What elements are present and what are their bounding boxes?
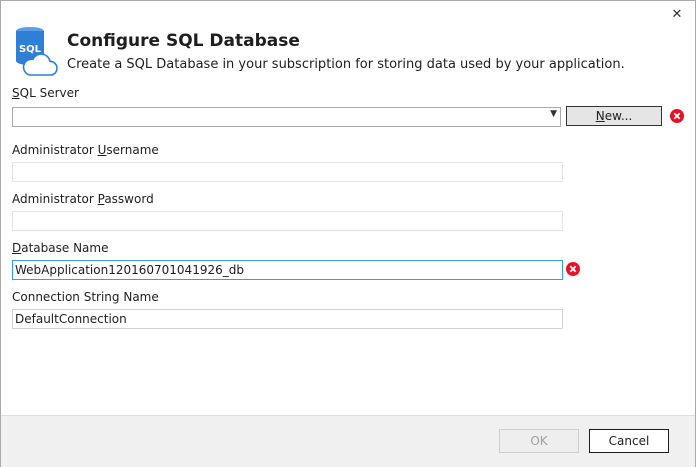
admin-username-input[interactable]	[12, 162, 563, 182]
page-title: Configure SQL Database	[67, 31, 300, 51]
page-subtitle: Create a SQL Database in your subscripti…	[67, 57, 625, 72]
database-name-error-icon	[566, 262, 580, 276]
admin-username-label: Administrator Username	[12, 143, 159, 157]
admin-password-label: Administrator Password	[12, 192, 154, 206]
cancel-button[interactable]: Cancel	[589, 429, 669, 453]
sql-server-error-icon	[670, 109, 684, 123]
new-server-button[interactable]: New...	[566, 106, 662, 126]
chevron-down-icon[interactable]: ▼	[550, 109, 557, 119]
connection-string-label: Connection String Name	[12, 290, 159, 304]
configure-sql-dialog: ✕ SQL Configure SQL Database Create a SQ…	[0, 0, 696, 467]
ok-button[interactable]: OK	[499, 429, 579, 453]
sql-server-select[interactable]: ▼	[12, 107, 561, 127]
database-name-label: Database Name	[12, 241, 109, 255]
close-button[interactable]: ✕	[667, 5, 687, 23]
dialog-footer: OK Cancel	[1, 415, 695, 467]
admin-password-input[interactable]	[12, 211, 563, 231]
sql-cloud-icon: SQL	[16, 27, 58, 76]
connection-string-input[interactable]	[12, 309, 563, 329]
sql-icon-label: SQL	[19, 44, 42, 55]
close-icon: ✕	[671, 6, 683, 22]
database-name-input[interactable]	[12, 260, 563, 280]
sql-server-label: SQL Server	[12, 86, 79, 100]
